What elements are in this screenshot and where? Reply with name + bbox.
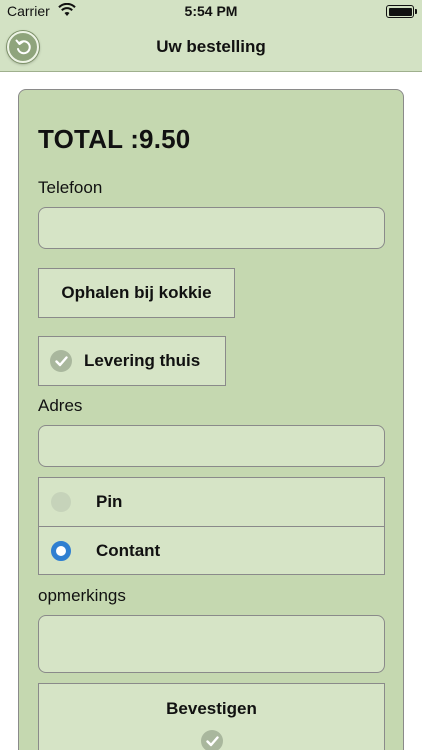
address-label: Adres	[38, 396, 83, 415]
order-card: TOTAL :9.50 Telefoon Ophalen bij kokkie …	[18, 89, 404, 750]
pickup-option-button[interactable]: Ophalen bij kokkie	[38, 268, 235, 318]
checkmark-icon	[50, 350, 72, 372]
delivery-option-label: Levering thuis	[84, 351, 201, 370]
payment-option-label: Contant	[96, 540, 161, 560]
phone-label: Telefoon	[38, 178, 103, 197]
nav-bar: Uw bestelling	[0, 22, 422, 72]
battery-icon	[386, 5, 417, 18]
confirm-button[interactable]: Bevestigen	[38, 683, 385, 750]
delivery-option-button[interactable]: Levering thuis	[38, 336, 226, 386]
order-total: TOTAL :9.50	[38, 124, 191, 154]
phone-input[interactable]	[38, 207, 385, 249]
remarks-input[interactable]	[38, 615, 385, 673]
payment-option-contant[interactable]: Contant	[39, 526, 384, 574]
payment-radio-group: Pin Contant	[38, 477, 385, 575]
page-title: Uw bestelling	[156, 37, 266, 56]
payment-option-label: Pin	[96, 492, 123, 511]
radio-unselected-icon	[51, 492, 71, 512]
checkmark-icon	[201, 730, 223, 750]
payment-option-pin[interactable]: Pin	[39, 478, 384, 526]
confirm-button-label: Bevestigen	[166, 699, 257, 718]
clock: 5:54 PM	[184, 3, 238, 19]
remarks-label: opmerkings	[38, 586, 126, 605]
address-input[interactable]	[38, 425, 385, 467]
radio-selected-icon	[51, 540, 71, 561]
pickup-option-label: Ophalen bij kokkie	[61, 283, 212, 302]
status-bar: Carrier 5:54 PM	[0, 0, 422, 22]
